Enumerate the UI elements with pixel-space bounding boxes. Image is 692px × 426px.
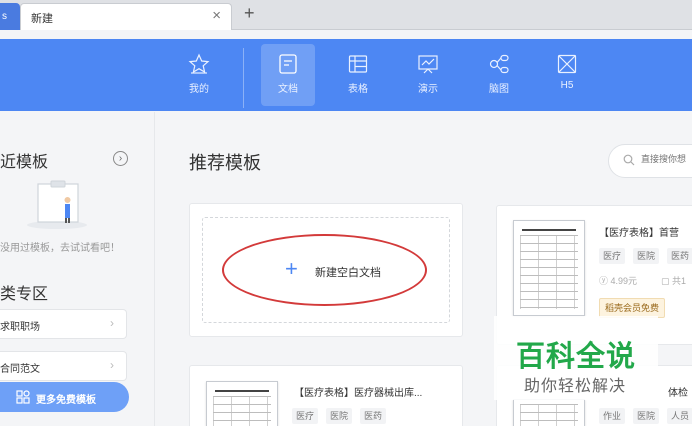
table-icon [348, 55, 368, 73]
more-free-templates-label: 更多免费模板 [36, 395, 96, 406]
watermark-title: 百科全说 [516, 339, 637, 373]
nav-item-label: H5 [560, 80, 574, 91]
annotation-circle [222, 234, 427, 306]
presentation-icon [418, 55, 438, 74]
close-icon[interactable]: × [212, 7, 221, 24]
page-title: 推荐模板 [189, 153, 261, 173]
grid-icon [16, 390, 30, 404]
empty-recent-text: 没用过模板，去试试看吧！ [0, 243, 120, 254]
watermark-subtitle: 助你轻松解决 [524, 378, 627, 395]
template-tag[interactable]: 医疗 [599, 248, 626, 264]
sidebar: 近模板 › 没用过模板，去试试看吧！ 类专区 求职职场 › 合同范文 › 更多免… [0, 112, 155, 426]
nav-item-document[interactable]: 文档 [261, 44, 315, 106]
category-item-career[interactable]: 求职职场 › [0, 309, 127, 339]
template-tag[interactable]: 医院 [633, 248, 660, 264]
template-tag[interactable]: 医药 [360, 408, 387, 424]
nav-item-presentation[interactable]: 演示 [401, 44, 455, 106]
tab-title: 新建 [31, 13, 53, 25]
category-item-label: 求职职场 [0, 322, 40, 333]
nav-item-h5[interactable]: H5 [540, 44, 594, 106]
chevron-right-icon: › [110, 316, 114, 330]
nav-item-mindmap[interactable]: 脑图 [472, 44, 526, 106]
chevron-right-icon: › [110, 358, 114, 372]
empty-clipboard-icon [27, 180, 87, 229]
category-item-contract[interactable]: 合同范文 › [0, 351, 127, 381]
h5-icon [557, 54, 577, 74]
template-tag[interactable]: 医药 [667, 248, 692, 264]
template-title: 【医疗表格】首营 [599, 228, 679, 239]
template-tag[interactable]: 作业 [599, 408, 626, 424]
category-item-label: 合同范文 [0, 364, 40, 375]
tab-new[interactable]: 新建 × [20, 3, 232, 30]
template-tag[interactable]: 人员 [667, 408, 692, 424]
template-thumbnail [513, 220, 585, 316]
nav-item-label: 演示 [418, 84, 438, 95]
recent-templates-title: 近模板 [0, 154, 49, 171]
template-price-value: 4.99元 [610, 276, 638, 286]
nav-item-label: 我的 [189, 84, 209, 95]
document-icon [279, 54, 297, 74]
template-search[interactable] [608, 144, 692, 178]
template-tag[interactable]: 医疗 [292, 408, 319, 424]
more-free-templates-button[interactable]: 更多免费模板 [0, 382, 129, 412]
star-icon [188, 53, 210, 74]
tab-previous-label: s [2, 11, 7, 22]
nav-item-spreadsheet[interactable]: 表格 [331, 44, 385, 106]
nav-divider [243, 48, 244, 108]
arrow-right-icon[interactable]: › [113, 151, 128, 166]
template-tag[interactable]: 医院 [633, 408, 660, 424]
template-card[interactable]: 【医疗表格】医疗器械出库... 医疗 医院 医药 [189, 365, 463, 426]
search-input[interactable] [641, 154, 692, 164]
template-price: ⓨ 4.99元 [599, 274, 637, 287]
nav-item-label: 表格 [348, 84, 368, 95]
template-title: 【医疗表格】医疗器械出库... [294, 388, 423, 399]
nav-item-mine[interactable]: 我的 [172, 44, 226, 106]
template-title: 体检 [668, 388, 688, 399]
member-free-badge[interactable]: 稻壳会员免费 [599, 298, 666, 318]
mindmap-icon [489, 54, 509, 74]
template-pages-value: 共1 [672, 276, 687, 286]
nav-item-label: 脑图 [489, 84, 509, 95]
search-icon [623, 154, 635, 166]
app-window: s 新建 × + 我的 文档 表格 演示 脑图 H5 近模板 › 没用过模板，去… [0, 0, 692, 426]
nav-item-label: 文档 [278, 84, 298, 95]
tab-strip: s 新建 × + [0, 0, 692, 30]
add-tab-icon[interactable]: + [244, 3, 255, 24]
template-tag[interactable]: 医院 [326, 408, 353, 424]
pages-icon: ▢ [661, 276, 673, 286]
template-thumbnail [513, 399, 585, 426]
template-thumbnail [206, 381, 278, 426]
coin-icon: ⓨ [599, 276, 611, 286]
template-pages: ▢ 共1 [661, 274, 686, 287]
category-section-title: 类专区 [0, 286, 49, 303]
tab-previous[interactable]: s [0, 3, 20, 30]
